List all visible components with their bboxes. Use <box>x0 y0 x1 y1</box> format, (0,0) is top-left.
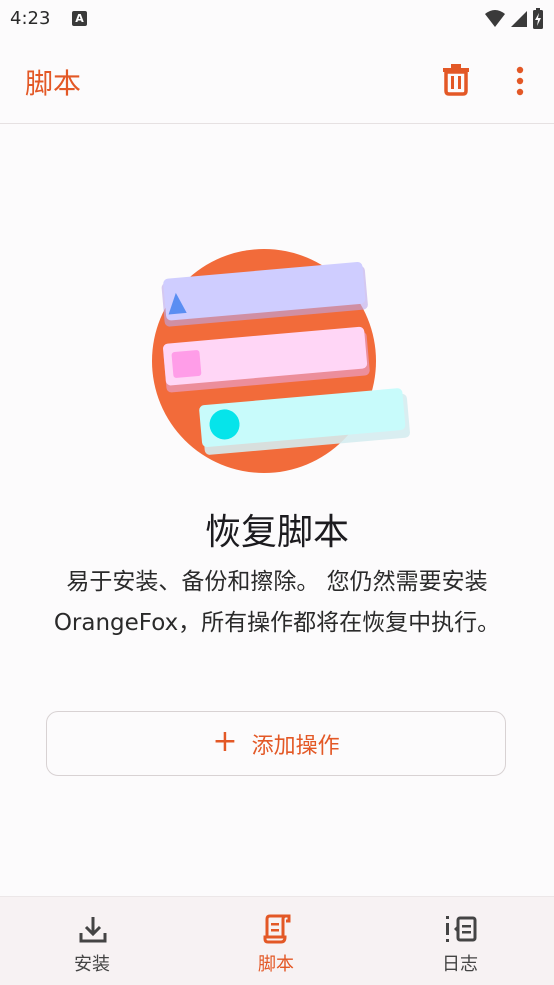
nav-item-logs[interactable]: 日志 <box>368 897 552 985</box>
more-vert-icon <box>516 66 524 96</box>
script-icon <box>263 914 291 944</box>
download-icon <box>79 917 107 943</box>
empty-state-title: 恢复脚本 <box>204 512 349 553</box>
add-action-label: 添加操作 <box>251 733 340 759</box>
signal-icon <box>511 11 527 27</box>
nav-item-scripts[interactable]: 脚本 <box>184 897 368 985</box>
square-shape <box>171 350 202 378</box>
trash-icon <box>443 64 469 96</box>
status-icons <box>484 8 544 30</box>
wifi-icon <box>485 10 505 27</box>
add-action-button[interactable]: + 添加操作 <box>46 711 506 776</box>
nav-label-scripts: 脚本 <box>258 954 294 975</box>
plus-icon: + <box>212 723 238 759</box>
log-icon <box>446 916 477 942</box>
battery-icon <box>533 8 543 29</box>
page-title: 脚本 <box>25 67 82 100</box>
more-options-button[interactable] <box>510 64 530 98</box>
accessibility-notification-icon: A <box>72 11 87 26</box>
status-bar: 4:23 A <box>0 0 554 40</box>
bottom-navigation: 安装 脚本 日志 <box>0 896 554 985</box>
empty-state-description: 易于安装、备份和擦除。 您仍然需要安装OrangeFox，所有操作都将在恢复中执… <box>53 569 501 636</box>
nav-label-logs: 日志 <box>442 954 478 975</box>
scripts-illustration <box>152 249 410 473</box>
app-bar: 脚本 <box>0 40 554 124</box>
status-time: 4:23 <box>10 8 51 29</box>
nav-label-install: 安装 <box>74 954 110 975</box>
delete-button[interactable] <box>440 62 472 96</box>
nav-item-install[interactable]: 安装 <box>0 897 184 985</box>
